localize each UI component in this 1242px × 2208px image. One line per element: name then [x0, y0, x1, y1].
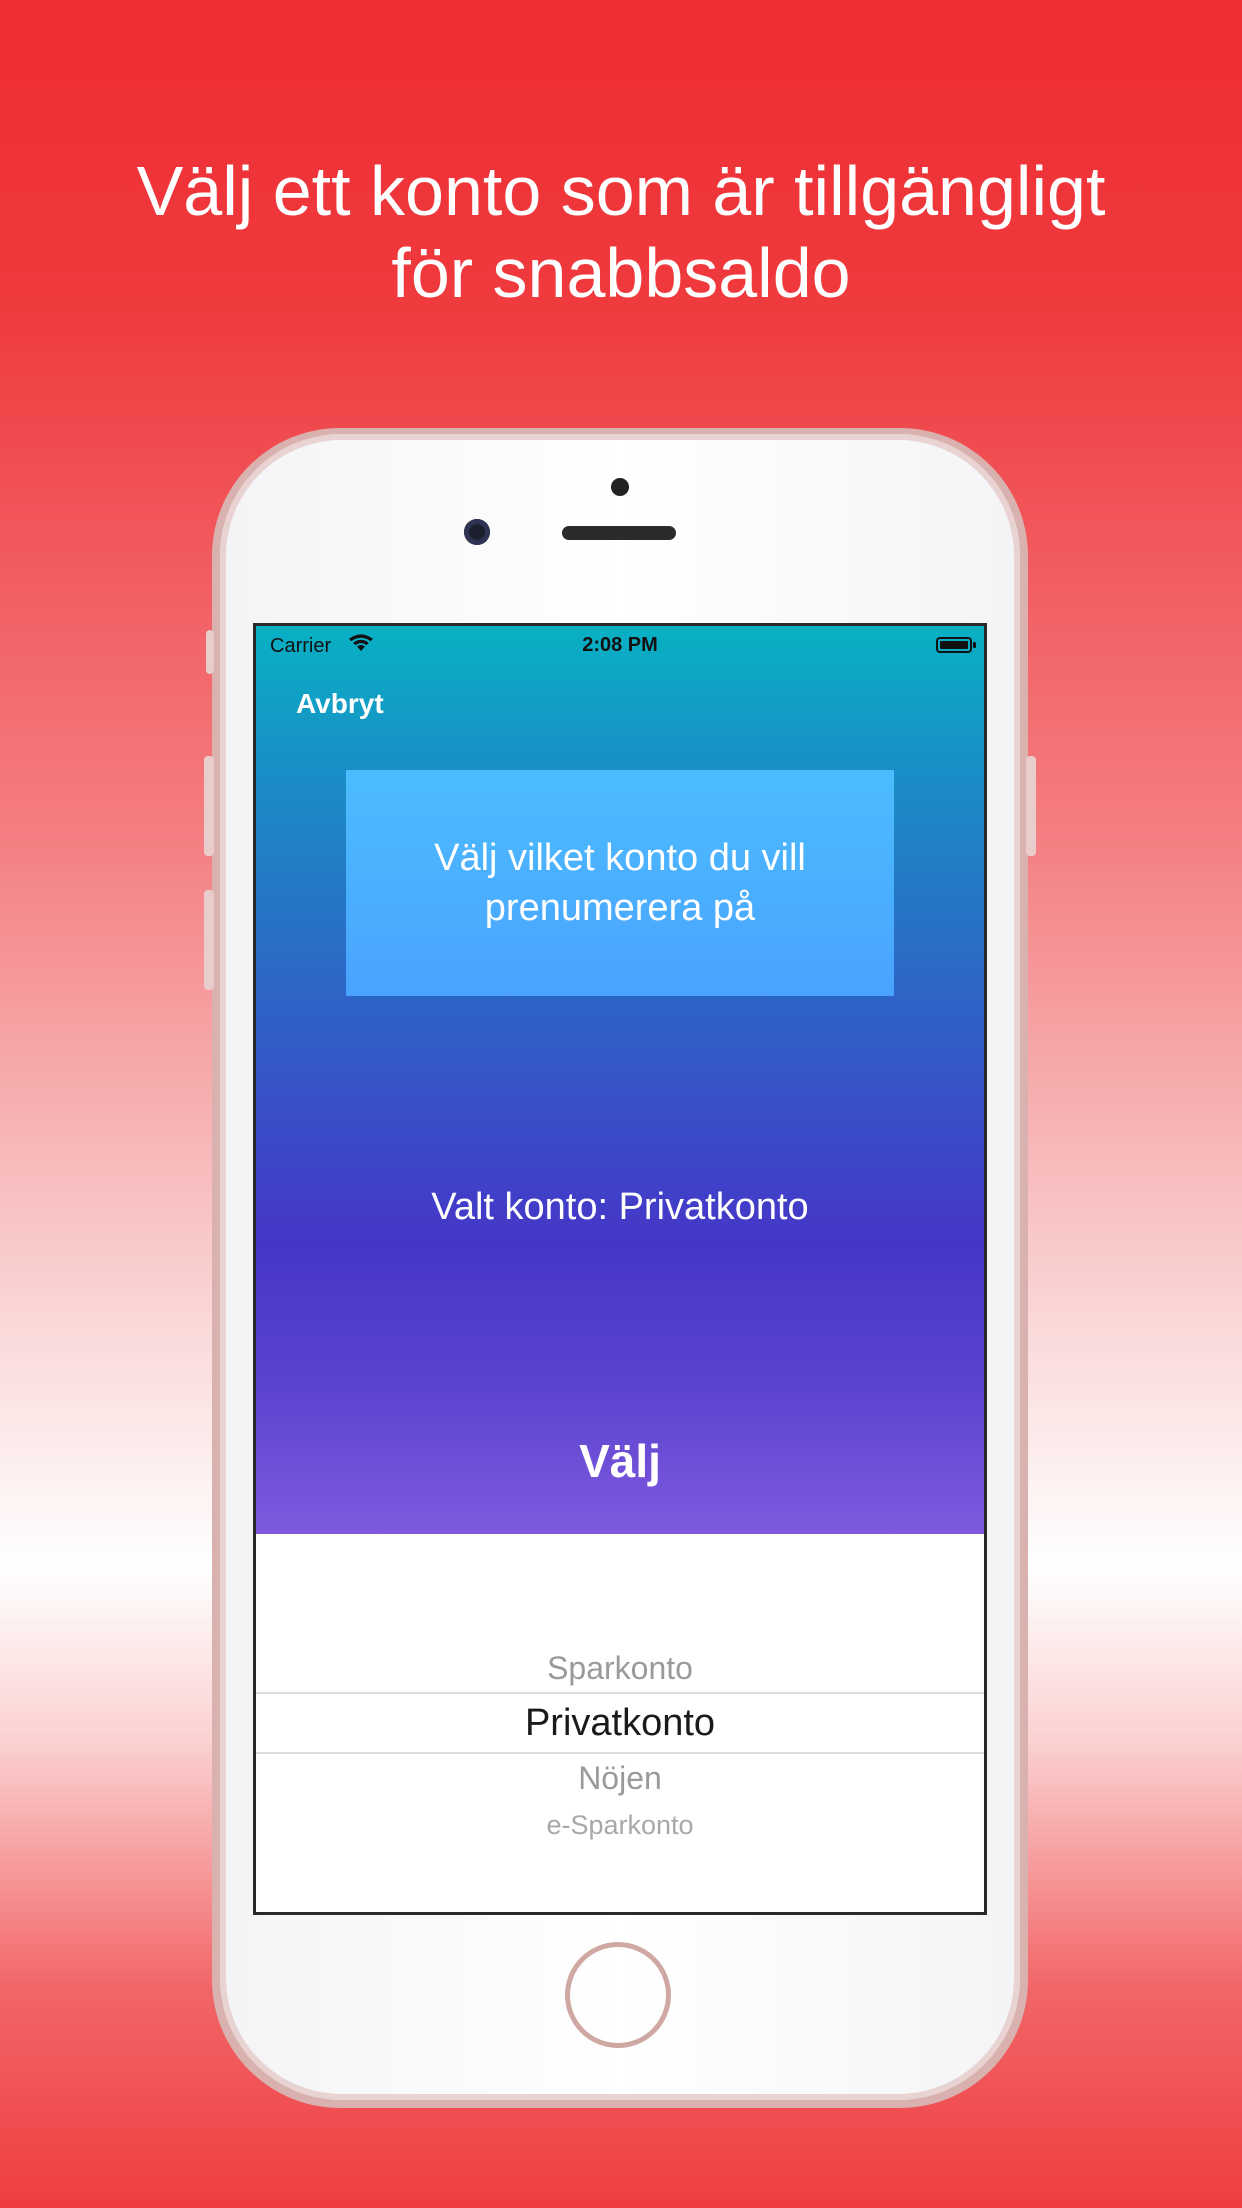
- mute-switch: [206, 630, 214, 674]
- camera-icon: [464, 519, 490, 545]
- info-box-text: Välj vilket konto du vill prenumerera på: [434, 837, 806, 929]
- volume-up-button: [204, 756, 214, 856]
- picker-option[interactable]: Sparkonto: [256, 1650, 984, 1687]
- status-bar: Carrier 2:08 PM: [256, 626, 984, 662]
- headline-line-2: för snabbsaldo: [391, 234, 851, 312]
- picker-selection-bottom-line: [256, 1752, 984, 1754]
- picker-option[interactable]: Nöjen: [256, 1760, 984, 1797]
- app-background: [256, 626, 984, 1534]
- headline: Välj ett konto som är tillgängligt för s…: [0, 150, 1242, 314]
- speaker-grille: [562, 526, 676, 540]
- status-time: 2:08 PM: [582, 634, 658, 656]
- info-box: Välj vilket konto du vill prenumerera på: [346, 770, 894, 996]
- phone-screen: Carrier 2:08 PM Avbryt Välj vilket konto…: [256, 626, 984, 1912]
- choose-button[interactable]: Välj: [520, 1426, 720, 1496]
- account-picker[interactable]: Sparkonto Privatkonto Nöjen e-Sparkonto: [256, 1534, 984, 1912]
- cancel-button[interactable]: Avbryt: [296, 688, 384, 720]
- volume-down-button: [204, 890, 214, 990]
- picker-option[interactable]: e-Sparkonto: [256, 1810, 984, 1841]
- picker-option-selected[interactable]: Privatkonto: [256, 1702, 984, 1745]
- picker-selection-top-line: [256, 1692, 984, 1694]
- battery-icon: [936, 637, 976, 653]
- selected-account-label: Valt konto: Privatkonto: [431, 1186, 809, 1228]
- headline-line-1: Välj ett konto som är tillgängligt: [136, 152, 1106, 230]
- proximity-sensor: [611, 478, 629, 496]
- power-button: [1026, 756, 1036, 856]
- home-button-icon[interactable]: [565, 1942, 671, 2048]
